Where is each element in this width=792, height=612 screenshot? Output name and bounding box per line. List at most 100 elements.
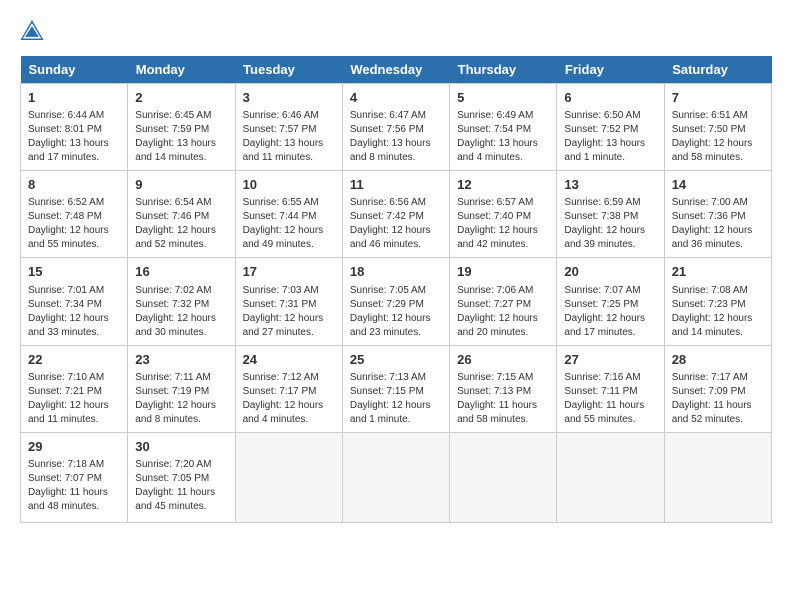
day-info: Sunrise: 7:02 AM Sunset: 7:32 PM Dayligh… (135, 284, 227, 340)
day-number: 16 (135, 263, 227, 281)
day-number: 28 (672, 351, 764, 369)
day-number: 30 (135, 438, 227, 456)
day-info: Sunrise: 6:55 AM Sunset: 7:44 PM Dayligh… (243, 196, 335, 252)
day-info: Sunrise: 6:51 AM Sunset: 7:50 PM Dayligh… (672, 109, 764, 165)
day-info: Sunrise: 6:47 AM Sunset: 7:56 PM Dayligh… (350, 109, 442, 165)
calendar-cell: 3 Sunrise: 6:46 AM Sunset: 7:57 PM Daylig… (235, 84, 342, 171)
calendar-cell: 24 Sunrise: 7:12 AM Sunset: 7:17 PM Dayli… (235, 345, 342, 432)
header-friday: Friday (557, 56, 664, 84)
day-number: 26 (457, 351, 549, 369)
day-number: 24 (243, 351, 335, 369)
day-number: 11 (350, 176, 442, 194)
header-sunday: Sunday (21, 56, 128, 84)
day-number: 25 (350, 351, 442, 369)
calendar-cell (664, 432, 771, 522)
day-info: Sunrise: 6:45 AM Sunset: 7:59 PM Dayligh… (135, 109, 227, 165)
day-info: Sunrise: 7:17 AM Sunset: 7:09 PM Dayligh… (672, 371, 764, 427)
days-header-row: SundayMondayTuesdayWednesdayThursdayFrid… (21, 56, 772, 84)
calendar-cell: 28 Sunrise: 7:17 AM Sunset: 7:09 PM Dayli… (664, 345, 771, 432)
calendar-cell: 14Sunrise: 7:00 AM Sunset: 7:36 PM Dayli… (664, 171, 771, 258)
calendar-cell: 12 Sunrise: 6:57 AM Sunset: 7:40 PM Dayli… (450, 171, 557, 258)
day-number: 14 (672, 176, 764, 194)
day-number: 27 (564, 351, 656, 369)
day-number: 7 (672, 89, 764, 107)
week-row-4: 22 Sunrise: 7:10 AM Sunset: 7:21 PM Dayli… (21, 345, 772, 432)
day-info: Sunrise: 6:46 AM Sunset: 7:57 PM Dayligh… (243, 109, 335, 165)
day-number: 22 (28, 351, 120, 369)
calendar-cell: 7 Sunrise: 6:51 AM Sunset: 7:50 PM Daylig… (664, 84, 771, 171)
day-number: 5 (457, 89, 549, 107)
calendar-cell (450, 432, 557, 522)
week-row-1: 1 Sunrise: 6:44 AM Sunset: 8:01 PM Daylig… (21, 84, 772, 171)
calendar-cell: 29Sunrise: 7:18 AM Sunset: 7:07 PM Dayli… (21, 432, 128, 522)
header (20, 20, 772, 40)
day-number: 1 (28, 89, 120, 107)
calendar-cell: 5Sunrise: 6:49 AM Sunset: 7:54 PM Daylig… (450, 84, 557, 171)
calendar-cell (557, 432, 664, 522)
day-info: Sunrise: 6:57 AM Sunset: 7:40 PM Dayligh… (457, 196, 549, 252)
day-info: Sunrise: 6:59 AM Sunset: 7:38 PM Dayligh… (564, 196, 656, 252)
calendar-cell: 4 Sunrise: 6:47 AM Sunset: 7:56 PM Daylig… (342, 84, 449, 171)
day-number: 12 (457, 176, 549, 194)
calendar-cell: 13 Sunrise: 6:59 AM Sunset: 7:38 PM Dayli… (557, 171, 664, 258)
calendar-cell: 18 Sunrise: 7:05 AM Sunset: 7:29 PM Dayli… (342, 258, 449, 345)
header-wednesday: Wednesday (342, 56, 449, 84)
day-info: Sunrise: 7:16 AM Sunset: 7:11 PM Dayligh… (564, 371, 656, 427)
calendar-table: SundayMondayTuesdayWednesdayThursdayFrid… (20, 56, 772, 523)
day-info: Sunrise: 7:06 AM Sunset: 7:27 PM Dayligh… (457, 284, 549, 340)
day-info: Sunrise: 6:44 AM Sunset: 8:01 PM Dayligh… (28, 109, 120, 165)
calendar-cell: 6 Sunrise: 6:50 AM Sunset: 7:52 PM Daylig… (557, 84, 664, 171)
day-info: Sunrise: 6:52 AM Sunset: 7:48 PM Dayligh… (28, 196, 120, 252)
day-number: 2 (135, 89, 227, 107)
day-info: Sunrise: 7:20 AM Sunset: 7:05 PM Dayligh… (135, 458, 227, 514)
day-info: Sunrise: 7:13 AM Sunset: 7:15 PM Dayligh… (350, 371, 442, 427)
calendar-cell: 30 Sunrise: 7:20 AM Sunset: 7:05 PM Dayli… (128, 432, 235, 522)
calendar-cell: 17 Sunrise: 7:03 AM Sunset: 7:31 PM Dayli… (235, 258, 342, 345)
day-number: 6 (564, 89, 656, 107)
day-number: 21 (672, 263, 764, 281)
day-info: Sunrise: 7:05 AM Sunset: 7:29 PM Dayligh… (350, 284, 442, 340)
calendar-cell: 1 Sunrise: 6:44 AM Sunset: 8:01 PM Daylig… (21, 84, 128, 171)
day-info: Sunrise: 6:50 AM Sunset: 7:52 PM Dayligh… (564, 109, 656, 165)
calendar-cell: 25 Sunrise: 7:13 AM Sunset: 7:15 PM Dayli… (342, 345, 449, 432)
calendar-cell: 23Sunrise: 7:11 AM Sunset: 7:19 PM Dayli… (128, 345, 235, 432)
day-number: 4 (350, 89, 442, 107)
logo-icon (20, 20, 44, 40)
day-info: Sunrise: 7:08 AM Sunset: 7:23 PM Dayligh… (672, 284, 764, 340)
calendar-cell: 9 Sunrise: 6:54 AM Sunset: 7:46 PM Daylig… (128, 171, 235, 258)
day-number: 18 (350, 263, 442, 281)
calendar-cell: 11Sunrise: 6:56 AM Sunset: 7:42 PM Dayli… (342, 171, 449, 258)
day-info: Sunrise: 6:54 AM Sunset: 7:46 PM Dayligh… (135, 196, 227, 252)
day-info: Sunrise: 7:15 AM Sunset: 7:13 PM Dayligh… (457, 371, 549, 427)
day-number: 15 (28, 263, 120, 281)
logo (20, 20, 48, 40)
day-info: Sunrise: 7:10 AM Sunset: 7:21 PM Dayligh… (28, 371, 120, 427)
calendar-cell: 8Sunrise: 6:52 AM Sunset: 7:48 PM Daylig… (21, 171, 128, 258)
day-number: 3 (243, 89, 335, 107)
day-info: Sunrise: 7:03 AM Sunset: 7:31 PM Dayligh… (243, 284, 335, 340)
day-number: 13 (564, 176, 656, 194)
day-number: 29 (28, 438, 120, 456)
calendar-cell (342, 432, 449, 522)
week-row-2: 8Sunrise: 6:52 AM Sunset: 7:48 PM Daylig… (21, 171, 772, 258)
day-number: 19 (457, 263, 549, 281)
header-tuesday: Tuesday (235, 56, 342, 84)
calendar-cell: 26 Sunrise: 7:15 AM Sunset: 7:13 PM Dayli… (450, 345, 557, 432)
day-info: Sunrise: 7:01 AM Sunset: 7:34 PM Dayligh… (28, 284, 120, 340)
week-row-3: 15 Sunrise: 7:01 AM Sunset: 7:34 PM Dayli… (21, 258, 772, 345)
calendar-cell: 21 Sunrise: 7:08 AM Sunset: 7:23 PM Dayli… (664, 258, 771, 345)
header-thursday: Thursday (450, 56, 557, 84)
week-row-5: 29Sunrise: 7:18 AM Sunset: 7:07 PM Dayli… (21, 432, 772, 522)
calendar-cell: 20Sunrise: 7:07 AM Sunset: 7:25 PM Dayli… (557, 258, 664, 345)
day-info: Sunrise: 7:12 AM Sunset: 7:17 PM Dayligh… (243, 371, 335, 427)
day-number: 9 (135, 176, 227, 194)
header-saturday: Saturday (664, 56, 771, 84)
calendar-cell: 2 Sunrise: 6:45 AM Sunset: 7:59 PM Daylig… (128, 84, 235, 171)
day-number: 20 (564, 263, 656, 281)
calendar-cell: 22 Sunrise: 7:10 AM Sunset: 7:21 PM Dayli… (21, 345, 128, 432)
calendar-cell (235, 432, 342, 522)
calendar-cell: 10Sunrise: 6:55 AM Sunset: 7:44 PM Dayli… (235, 171, 342, 258)
day-number: 23 (135, 351, 227, 369)
calendar-cell: 16 Sunrise: 7:02 AM Sunset: 7:32 PM Dayli… (128, 258, 235, 345)
day-number: 17 (243, 263, 335, 281)
